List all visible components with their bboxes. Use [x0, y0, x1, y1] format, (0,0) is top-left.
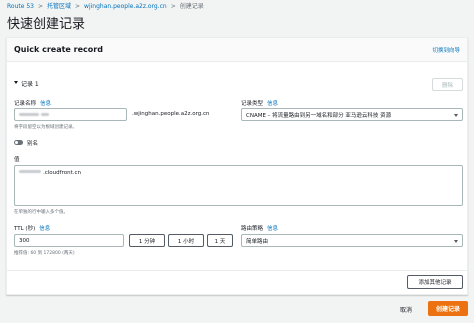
routing-policy-info-link[interactable]: 信息 — [267, 226, 278, 232]
panel-header: Quick create record 切换到向导 — [7, 38, 467, 62]
redacted-text — [19, 113, 39, 116]
alias-toggle[interactable] — [14, 140, 23, 145]
record-type-label: 记录类型 信息 — [241, 101, 279, 107]
ttl-1-minute-button[interactable]: 1 分钟 — [129, 234, 165, 247]
quick-create-panel: Quick create record 切换到向导 记录 1 删除 记录名称 信息… — [6, 37, 468, 295]
record-name-hint: 将字段留空以为根域创建记录。 — [14, 125, 77, 130]
breadcrumb-current: 创建记录 — [179, 3, 204, 10]
create-records-button[interactable]: 创建记录 — [428, 301, 468, 316]
value-label: 值 — [14, 157, 20, 163]
cancel-button[interactable]: 取消 — [400, 305, 412, 314]
breadcrumb: Route 53 > 托管区域 > wjinghan.people.a2z.org.cn… — [7, 1, 204, 10]
routing-policy-select[interactable]: 简单路由 — [241, 234, 463, 247]
chevron-down-icon — [454, 239, 458, 243]
ttl-1-day-button[interactable]: 1 天 — [207, 234, 233, 247]
alias-label: 别名 — [27, 141, 39, 147]
value-textarea[interactable]: .cloudfront.cn — [14, 165, 463, 206]
record-name-label: 记录名称 信息 — [14, 101, 52, 107]
page-title: 快速创建记录 — [7, 17, 86, 32]
add-another-record-button[interactable]: 添加其他记录 — [407, 275, 463, 289]
breadcrumb-separator: > — [37, 3, 43, 10]
ttl-1-hour-button[interactable]: 1 小时 — [168, 234, 204, 247]
breadcrumb-zone[interactable]: wjinghan.people.a2z.org.cn — [84, 3, 167, 10]
panel-title: Quick create record — [14, 45, 103, 54]
switch-to-wizard-link[interactable]: 切换到向导 — [432, 46, 460, 54]
record-type-info-link[interactable]: 信息 — [267, 101, 278, 107]
redacted-text — [19, 170, 41, 173]
breadcrumb-route53[interactable]: Route 53 — [7, 3, 34, 10]
breadcrumb-separator: > — [170, 3, 176, 10]
breadcrumb-separator: > — [75, 3, 81, 10]
record-name-suffix: .wjinghan.people.a2z.org.cn — [132, 111, 210, 117]
ttl-info-link[interactable]: 信息 — [39, 226, 50, 232]
record-type-select[interactable]: CNAME – 将流量路由到另一域名和部分 亚马逊云科技 资源 — [241, 108, 463, 121]
collapse-caret-icon[interactable] — [14, 81, 18, 84]
value-hint: 在单独的行中输入多个值。 — [14, 210, 68, 215]
redacted-text — [41, 113, 49, 116]
record-header: 记录 1 — [21, 81, 39, 88]
record-name-input[interactable] — [14, 108, 127, 121]
ttl-label: TTL (秒) 信息 — [14, 226, 51, 232]
delete-record-button[interactable]: 删除 — [432, 78, 463, 91]
chevron-down-icon — [454, 113, 458, 117]
breadcrumb-hosted-zones[interactable]: 托管区域 — [47, 3, 71, 10]
routing-policy-label: 路由策略 信息 — [241, 226, 279, 232]
divider — [7, 270, 467, 271]
record-name-info-link[interactable]: 信息 — [40, 101, 51, 107]
ttl-input[interactable]: 300 — [14, 234, 124, 247]
ttl-hint: 推荐值: 60 到 172800 (两天) — [14, 251, 75, 256]
